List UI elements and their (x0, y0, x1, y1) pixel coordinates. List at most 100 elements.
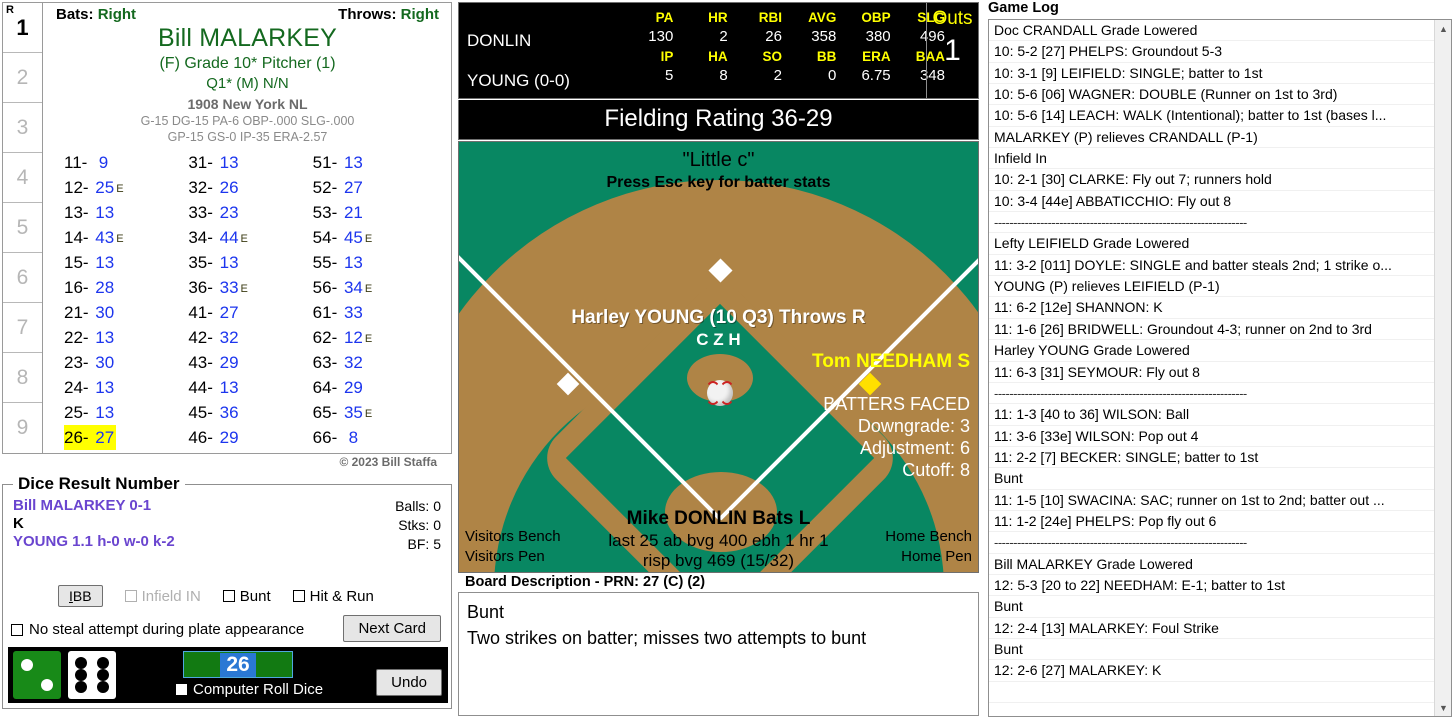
game-log-entry[interactable]: 11: 6-2 [12e] SHANNON: K (989, 297, 1434, 319)
checkbox-box[interactable] (222, 590, 235, 602)
checkbox-box[interactable] (11, 623, 23, 636)
game-log-entry[interactable]: 10: 5-6 [14] LEACH: WALK (Intentional); … (989, 105, 1434, 127)
scoreboard-names: DONLIN YOUNG (0-0) (467, 21, 627, 101)
checkbox-box[interactable] (292, 590, 305, 602)
game-log-list[interactable]: Doc CRANDALL Grade Lowered 10: 5-2 [27] P… (989, 20, 1434, 716)
game-log-entry[interactable]: Bunt (989, 596, 1434, 618)
fielding-rating-bar: Fielding Rating 36-29 (458, 100, 979, 140)
game-log-entry[interactable]: Bunt (989, 639, 1434, 661)
roll-results-table: 11- 9 31- 13 51- 13 12- 25 E 32- 26 52- 27 13- … (44, 150, 451, 450)
strikes-count: Stks: 0 (398, 517, 441, 533)
game-log-separator[interactable]: ----------------------------------------… (989, 212, 1434, 234)
scoreboard-pitcher-value: 8 (719, 67, 728, 84)
scrollbar-thumb[interactable] (1436, 39, 1451, 539)
game-log-entry[interactable]: 11: 1-5 [10] SWACINA: SAC; runner on 1st… (989, 490, 1434, 511)
undo-button[interactable]: Undo (376, 669, 442, 696)
batters-faced-count: BF: 5 (407, 536, 441, 552)
player-grade: (F) Grade 10* Pitcher (1) (159, 55, 336, 72)
scoreboard-batter-header: PA (655, 10, 674, 25)
pitcher-attributes: C Z H (696, 330, 741, 349)
infield-in-checkbox[interactable]: Infield IN (124, 588, 201, 605)
right-panel: Game Log Doc CRANDALL Grade Lowered 10: 5… (984, 0, 1456, 721)
game-log-separator[interactable]: ----------------------------------------… (989, 383, 1434, 405)
game-log-entry[interactable]: MALARKEY (P) relieves CRANDALL (P-1) (989, 127, 1434, 149)
game-log-entry[interactable]: 11: 2-2 [7] BECKER: SINGLE; batter to 1s… (989, 447, 1434, 469)
game-log-scrollbar[interactable]: ▲ ▼ (1434, 20, 1451, 716)
game-log-entry[interactable]: 11: 3-6 [33e] WILSON: Pop out 4 (989, 426, 1434, 447)
game-log-entry[interactable]: Lefty LEIFIELD Grade Lowered (989, 233, 1434, 255)
inning-cell-5[interactable]: 5 (3, 203, 42, 253)
game-log-title: Game Log (988, 0, 1059, 16)
hit-and-run-checkbox[interactable]: Hit & Run (292, 588, 374, 605)
green-die[interactable] (13, 651, 61, 699)
inning-cell-9[interactable]: 9 (3, 403, 42, 453)
player-card: R 1 2 3 4 5 6 7 8 9 Bats: Right Throws: … (2, 2, 452, 469)
game-log-entry[interactable]: 12: 2-4 [13] MALARKEY: Foul Strike (989, 618, 1434, 639)
board-description-line-1: Bunt (467, 602, 505, 622)
game-log-entry[interactable]: 10: 5-6 [06] WAGNER: DOUBLE (Runner on 1… (989, 84, 1434, 106)
checkbox-box[interactable] (124, 590, 137, 602)
inning-cell-3[interactable]: 3 (3, 103, 42, 153)
roll-value-box[interactable]: 26 (183, 651, 293, 678)
checkbox-box[interactable] (176, 684, 187, 695)
scoreboard-pitcher-value: 2 (773, 67, 782, 84)
roll-result-cell: 66- 8 (312, 428, 359, 447)
bats-throws-row: Bats: Right Throws: Right (44, 3, 451, 23)
game-log-entry[interactable]: 12: 5-3 [20 to 22] NEEDHAM: E-1; batter … (989, 575, 1434, 597)
scoreboard-stats-grid: PA HR RBI AVG OBP SLG 130 2 26 358 380 496 IP HA SO BB E… (624, 9, 950, 87)
roll-result-cell: 21- 30 (64, 303, 115, 322)
game-log-entry[interactable]: Bill MALARKEY Grade Lowered (989, 554, 1434, 575)
inning-cell-6[interactable]: 6 (3, 253, 42, 303)
next-card-button[interactable]: Next Card (343, 615, 441, 642)
field-subtitle: Press Esc key for batter stats (606, 174, 831, 191)
inning-cell-1[interactable]: 1 (3, 3, 42, 53)
adjustment-value: Adjustment: 6 (859, 438, 970, 458)
game-log-entry[interactable]: 11: 3-2 [011] DOYLE: SINGLE and batter s… (989, 255, 1434, 277)
scoreboard-batter-header: OBP (861, 10, 891, 25)
game-log-entry[interactable]: Bunt (989, 468, 1434, 490)
game-log-entry[interactable]: 11: 6-3 [31] SEYMOUR: Fly out 8 (989, 362, 1434, 383)
white-die[interactable] (68, 651, 116, 699)
scroll-up-arrow-icon[interactable]: ▲ (1435, 20, 1451, 37)
inning-cell-2[interactable]: 2 (3, 53, 42, 103)
game-log-entry[interactable]: 11: 1-6 [26] BRIDWELL: Groundout 4-3; ru… (989, 319, 1434, 341)
game-log-entry[interactable]: 11: 1-3 [40 to 36] WILSON: Ball (989, 404, 1434, 426)
game-log-entry[interactable]: 10: 3-4 [44e] ABBATICCHIO: Fly out 8 (989, 191, 1434, 213)
home-bench-link[interactable]: Home Bench (885, 528, 972, 545)
roll-result-cell: 16- 28 (64, 278, 115, 297)
downgrade-value: Downgrade: 3 (857, 416, 970, 436)
game-log-entry[interactable]: Harley YOUNG Grade Lowered (989, 340, 1434, 362)
scroll-down-arrow-icon[interactable]: ▼ (1435, 699, 1451, 716)
baseball-field-diagram[interactable]: "Little c" Press Esc key for batter stat… (458, 141, 979, 573)
game-log-entry[interactable] (989, 682, 1434, 703)
game-log-entry[interactable]: YOUNG (P) relieves LEIFIELD (P-1) (989, 276, 1434, 298)
no-steal-checkbox[interactable]: No steal attempt during plate appearance (11, 621, 304, 638)
scoreboard-pitcher-name: YOUNG (0-0) (467, 71, 570, 90)
visitors-pen-link[interactable]: Visitors Pen (465, 548, 545, 565)
computer-roll-dice-checkbox[interactable]: Computer Roll Dice (176, 681, 323, 698)
game-log-entry[interactable]: Infield In (989, 148, 1434, 170)
home-pen-link[interactable]: Home Pen (901, 548, 972, 565)
game-log-entry[interactable]: 10: 2-1 [30] CLARKE: Fly out 7; runners … (989, 169, 1434, 191)
roll-result-cell: 54- 45 E (312, 228, 373, 247)
roll-result-cell: 11- 9 (64, 153, 109, 172)
ibb-button[interactable]: IIBBBB (58, 585, 103, 607)
game-log-separator[interactable]: ----------------------------------------… (989, 532, 1434, 554)
field-title: "Little c" (682, 149, 755, 171)
roll-result-cell: 35- 13 (188, 253, 239, 272)
roll-result-cell: 52- 27 (312, 178, 363, 197)
inning-cell-4[interactable]: 4 (3, 153, 42, 203)
game-log-entry[interactable]: 10: 3-1 [9] LEIFIELD: SINGLE; batter to … (989, 63, 1434, 85)
throws-label: Throws: (338, 6, 397, 23)
bunt-checkbox[interactable]: Bunt (222, 588, 271, 605)
game-log-entry[interactable]: Doc CRANDALL Grade Lowered (989, 20, 1434, 42)
game-log-entry[interactable]: 12: 2-6 [27] MALARKEY: K (989, 660, 1434, 682)
inning-cell-7[interactable]: 7 (3, 303, 42, 353)
game-log-entry[interactable]: 11: 1-2 [24e] PHELPS: Pop fly out 6 (989, 511, 1434, 533)
dice-result-panel: Dice Result Number Bill MALARKEY 0-1 K Y… (2, 474, 452, 709)
roll-result-cell: 25- 13 (64, 403, 115, 422)
inning-cell-8[interactable]: 8 (3, 353, 42, 403)
scoreboard-pitcher-header: SO (762, 49, 782, 64)
visitors-bench-link[interactable]: Visitors Bench (465, 528, 561, 545)
game-log-entry[interactable]: 10: 5-2 [27] PHELPS: Groundout 5-3 (989, 41, 1434, 63)
